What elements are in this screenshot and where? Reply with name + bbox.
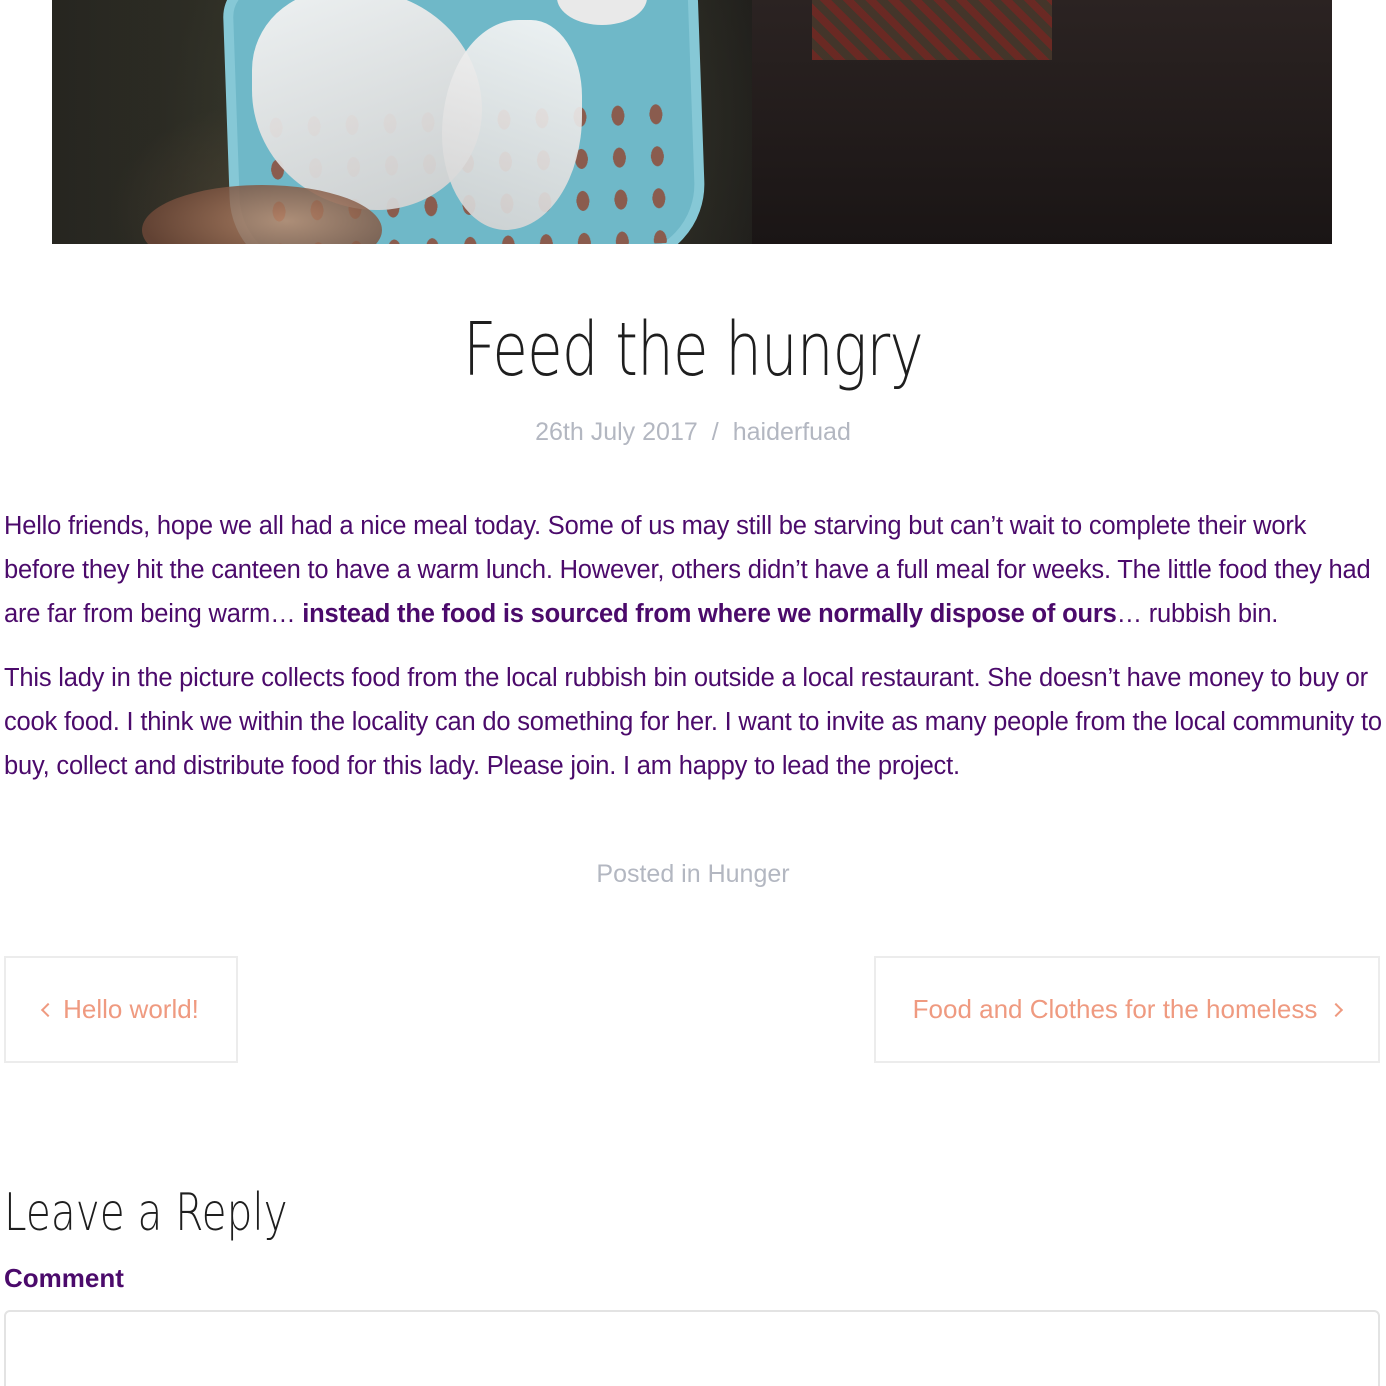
post-author[interactable]: haiderfuad bbox=[733, 418, 851, 446]
reply-heading: Leave a Reply bbox=[4, 1183, 288, 1243]
plaid-shirt bbox=[812, 0, 1052, 60]
meta-separator: / bbox=[711, 418, 719, 446]
paragraph-1: Hello friends, hope we all had a nice me… bbox=[4, 504, 1382, 636]
comment-label: Comment bbox=[4, 1263, 124, 1293]
chevron-right-icon bbox=[1329, 1002, 1344, 1017]
next-post-link[interactable]: Food and Clothes for the homeless bbox=[874, 956, 1380, 1063]
chevron-left-icon bbox=[41, 1002, 56, 1017]
post-title: Feed the hungry bbox=[463, 307, 923, 393]
previous-post-title: Hello world! bbox=[63, 994, 199, 1024]
post-date[interactable]: 26th July 2017 bbox=[535, 418, 698, 446]
comment-field[interactable] bbox=[4, 1310, 1380, 1386]
paragraph-2: This lady in the picture collects food f… bbox=[4, 664, 1382, 780]
post-meta: 26th July 2017 / haiderfuad bbox=[0, 414, 1386, 450]
previous-post-link[interactable]: Hello world! bbox=[4, 956, 238, 1063]
category-link[interactable]: Hunger bbox=[708, 860, 790, 888]
paragraph-1-emphasis: instead the food is sourced from where w… bbox=[302, 600, 1117, 628]
posted-in-label: Posted in bbox=[596, 860, 701, 888]
paragraph-1-end: … rubbish bin. bbox=[1116, 600, 1279, 628]
post-content: Hello friends, hope we all had a nice me… bbox=[4, 504, 1382, 808]
featured-image bbox=[52, 0, 1332, 244]
post-categories: Posted in Hunger bbox=[0, 856, 1386, 892]
next-post-title: Food and Clothes for the homeless bbox=[912, 994, 1318, 1024]
